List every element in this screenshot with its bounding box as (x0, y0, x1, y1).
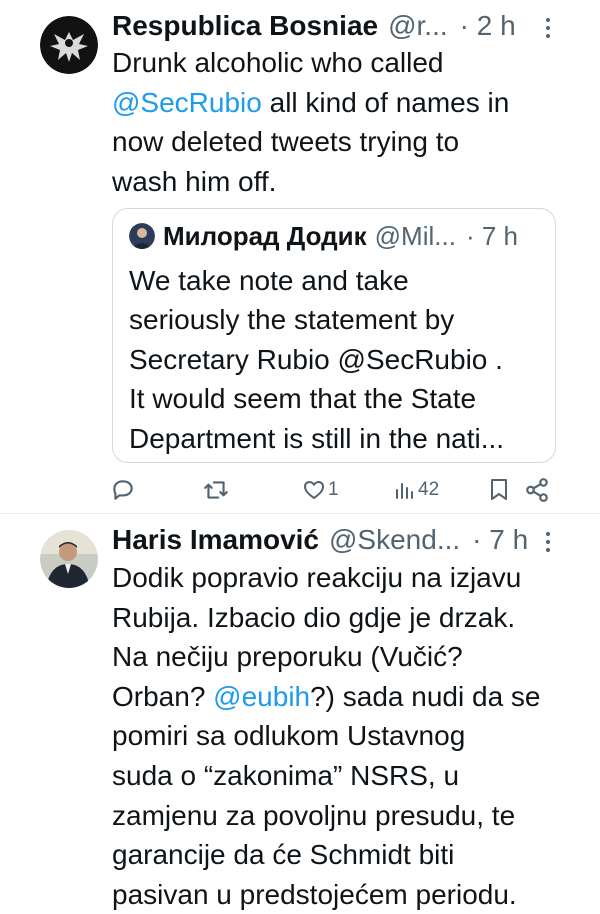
tweet-header: Haris Imamović @Skend... · 7 h (112, 520, 528, 560)
tweet-header: Respublica Bosniae @r... · 2 h (112, 6, 516, 46)
tweet-line: Rubija. Izbacio dio gdje je drzak. (112, 598, 582, 638)
views-icon (396, 483, 413, 499)
like-count: 1 (328, 479, 339, 500)
text-segment: pasivan u predstojećem periodu. (112, 878, 517, 910)
mention-link[interactable]: @eubih (213, 681, 310, 712)
quote-line: seriously the statement by (129, 304, 455, 336)
share-icon (526, 478, 548, 502)
text-segment: wash him off. (112, 165, 277, 197)
views-count: 42 (418, 479, 440, 500)
tweet-line: Drunk alcoholic who called (112, 43, 582, 83)
quote-author-name[interactable]: Милорад Додик (163, 221, 367, 252)
text-segment: Rubija. Izbacio dio gdje je drzak. (112, 601, 516, 633)
tweet-line: pomiri sa odlukom Ustavnog (112, 716, 582, 756)
tweet-actions: 1 42 (0, 468, 600, 512)
reply-button[interactable] (110, 474, 136, 506)
timestamp[interactable]: · 7 h (472, 524, 528, 556)
text-segment: Dodik popravio reakciju na izjavu (112, 562, 522, 593)
quote-avatar[interactable] (129, 223, 155, 249)
tweet-text: Dodik popravio reakciju na izjavu Rubija.… (112, 558, 582, 914)
timestamp[interactable]: · 2 h (460, 10, 516, 42)
quote-line: We take note and take (129, 265, 409, 296)
more-options-icon[interactable] (538, 14, 558, 44)
text-segment: suda o “zakonima” NSRS, u (112, 759, 460, 791)
quote-author-handle[interactable]: @Mil... (375, 221, 456, 252)
avatar[interactable] (40, 16, 98, 74)
share-button[interactable] (524, 474, 550, 506)
author-name[interactable]: Haris Imamović (112, 524, 319, 556)
text-segment: pomiri sa odlukom Ustavnog (112, 720, 466, 752)
tweet-2[interactable]: Haris Imamović @Skend... · 7 h Dodik pop… (0, 514, 600, 910)
text-segment: zamjenu za povoljnu presudu, te (112, 799, 516, 831)
like-button[interactable]: 1 (302, 474, 339, 506)
retweet-icon (204, 481, 228, 499)
tweet-line: Orban? @eubih?) sada nudi da se (112, 677, 582, 717)
text-segment: Orban? (112, 680, 214, 712)
author-handle[interactable]: @r... (388, 10, 448, 42)
text-segment: ?) sada nudi da se (310, 680, 541, 712)
tweet-line: garancije da će Schmidt biti (112, 835, 582, 875)
author-name[interactable]: Respublica Bosniae (112, 10, 378, 42)
text-segment: garancije da će Schmidt biti (112, 839, 455, 871)
bookmark-button[interactable] (488, 474, 510, 506)
quote-line: Secretary Rubio @SecRubio . (129, 343, 503, 375)
text-segment: now deleted tweets trying to (112, 126, 460, 158)
text-segment: all kind of names in (261, 86, 510, 118)
tweet-line: suda o “zakonima” NSRS, u (112, 756, 582, 796)
avatar[interactable] (40, 530, 98, 588)
tweet-line: @SecRubio all kind of names in (112, 83, 582, 123)
tweet-1[interactable]: Respublica Bosniae @r... · 2 h Drunk alc… (0, 0, 600, 513)
bookmark-icon (491, 479, 507, 500)
views-button[interactable]: 42 (394, 474, 439, 506)
tweet-line: Dodik popravio reakciju na izjavu (112, 558, 582, 598)
more-options-icon[interactable] (538, 528, 558, 558)
tweet-line: Na nečiju preporuku (Vučić? (112, 637, 582, 677)
reply-icon (113, 480, 133, 500)
mention-link[interactable]: @SecRubio (112, 87, 262, 118)
text-segment: Na nečiju preporuku (Vučić? (112, 641, 463, 673)
quoted-tweet[interactable]: Милорад Додик @Mil... · 7 h We take note… (112, 208, 556, 463)
quote-timestamp[interactable]: · 7 h (466, 221, 518, 252)
quote-text: We take note and take seriously the stat… (129, 261, 504, 458)
tweet-line: wash him off. (112, 162, 582, 202)
retweet-button[interactable] (202, 474, 230, 506)
tweet-line: pasivan u predstojećem periodu. (112, 875, 582, 914)
tweet-line: now deleted tweets trying to (112, 122, 582, 162)
quote-line: It would seem that the State (129, 383, 477, 415)
text-segment: Drunk alcoholic who called (112, 47, 444, 78)
tweet-line: zamjenu za povoljnu presudu, te (112, 796, 582, 836)
author-handle[interactable]: @Skend... (329, 524, 460, 556)
quote-line: Department is still in the nati... (129, 422, 505, 454)
heart-icon (304, 481, 324, 499)
quote-header: Милорад Додик @Mil... · 7 h (163, 219, 518, 253)
tweet-text: Drunk alcoholic who called @SecRubio all … (112, 43, 582, 201)
